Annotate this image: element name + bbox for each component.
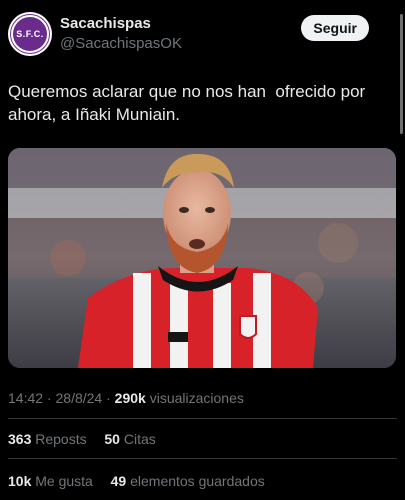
scrollbar[interactable] [400,14,403,134]
likes-count: 10k [8,473,32,489]
bookmarks-label: elementos guardados [130,473,265,489]
tweet-header: S.F.C. Sacachispas @SacachispasOK Seguir [8,12,397,58]
likes-link[interactable]: 10k Me gusta [8,473,97,489]
follow-button[interactable]: Seguir [301,15,369,41]
quotes-count: 50 [104,431,120,447]
tweet-time[interactable]: 14:42 [8,390,43,406]
bookmarks-count: 49 [110,473,127,489]
bookmarks-link[interactable]: 49 elementos guardados [111,473,265,489]
tweet-meta: 14:42 · 28/8/24 · 290k visualizaciones [8,390,244,406]
avatar-text: S.F.C. [16,29,44,39]
meta-separator: · [102,390,115,406]
user-handle[interactable]: @SacachispasOK [60,34,182,54]
author-names: Sacachispas @SacachispasOK [60,15,182,54]
quotes-label: Citas [123,431,156,447]
stats-row-reposts: 363 Reposts 50 Citas [8,431,156,447]
tweet-image[interactable] [8,148,396,368]
stats-row-likes: 10k Me gusta 49 elementos guardados [8,473,265,489]
views-label: visualizaciones [149,390,244,406]
views-count: 290k [114,390,146,406]
display-name[interactable]: Sacachispas [60,15,182,33]
club-crest-icon: S.F.C. [11,15,49,53]
tweet-text: Queremos aclarar que no nos han ofrecido… [8,82,370,124]
tweet-date[interactable]: 28/8/24 [56,390,103,406]
divider [8,458,397,459]
meta-separator: · [43,390,56,406]
reposts-label: Reposts [35,431,87,447]
quotes-link[interactable]: 50 Citas [104,431,155,447]
reposts-link[interactable]: 363 Reposts [8,431,91,447]
reposts-count: 363 [8,431,32,447]
player-photo [8,148,396,368]
divider [8,418,397,419]
likes-label: Me gusta [35,473,93,489]
avatar[interactable]: S.F.C. [8,12,52,56]
